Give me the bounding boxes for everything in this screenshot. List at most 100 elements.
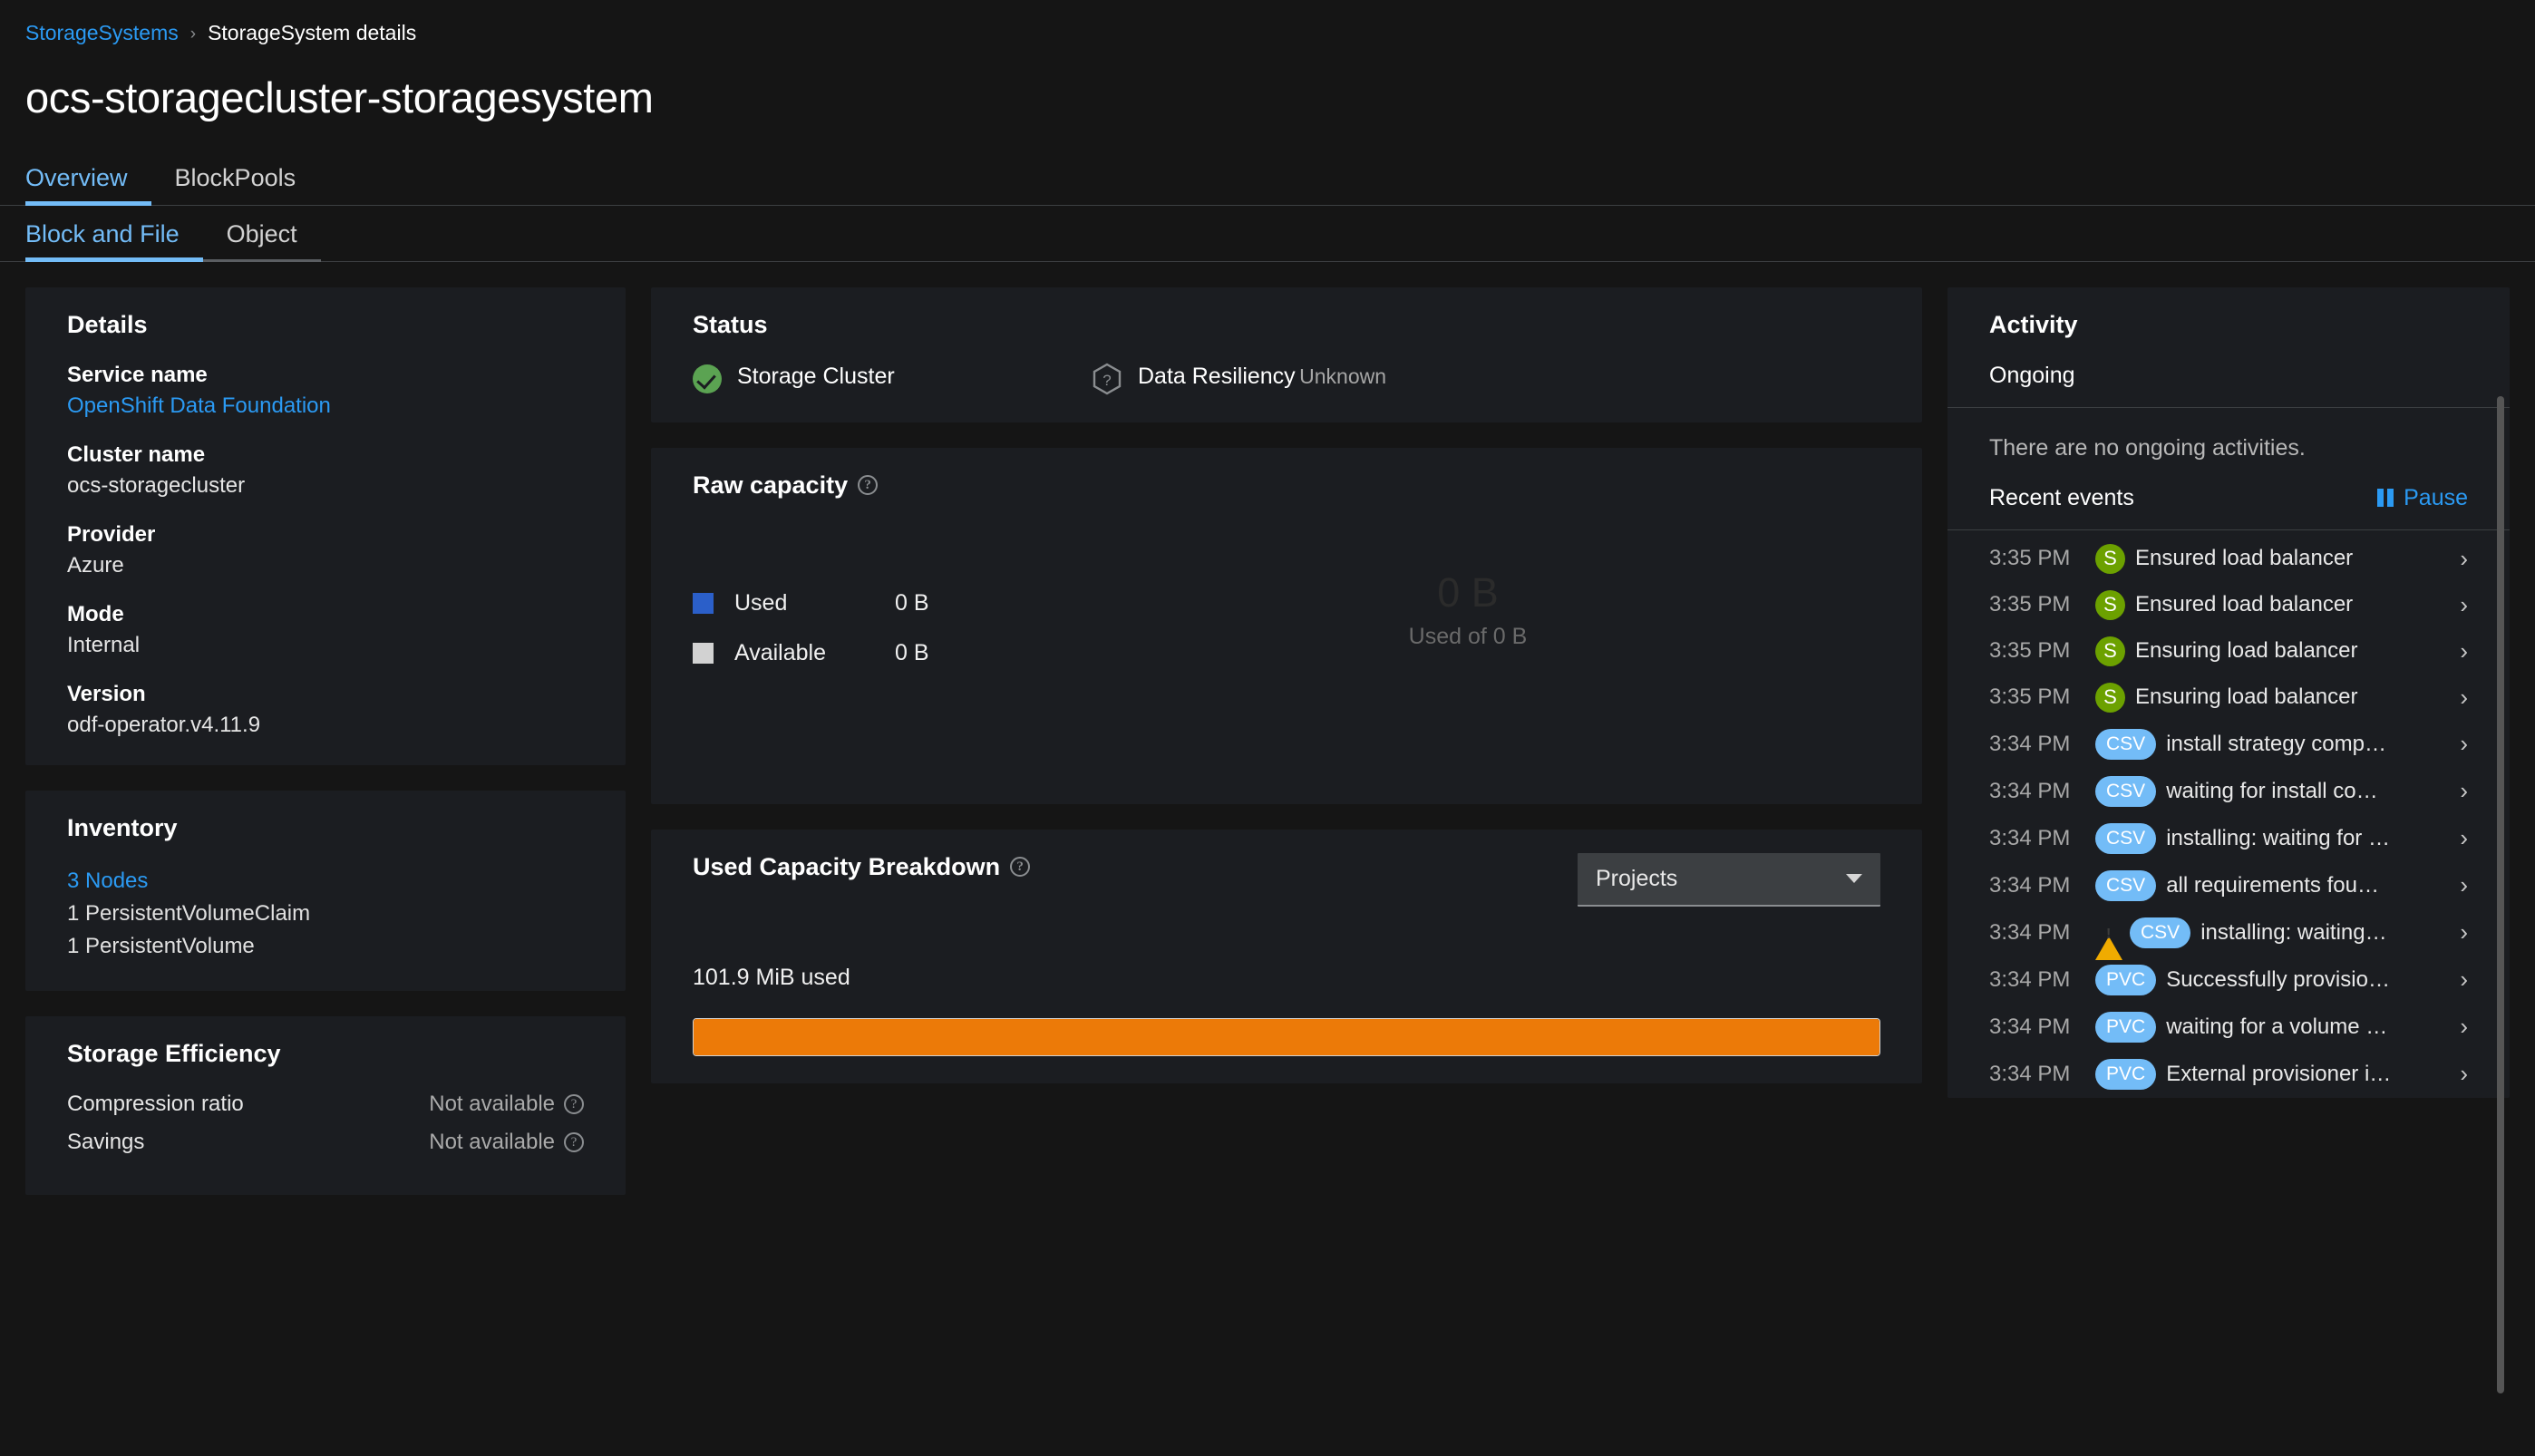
details-card: Details Service name OpenShift Data Foun… (25, 286, 626, 765)
activity-event-row[interactable]: 3:34 PM PVC waiting for a volume … › (1989, 1004, 2468, 1051)
activity-event-row[interactable]: 3:35 PM S Ensuring load balancer › (1989, 675, 2468, 721)
event-kind-badge: CSV (2095, 728, 2157, 760)
projects-dropdown[interactable]: Projects (1578, 852, 1880, 907)
event-message: Ensuring load balancer (2135, 638, 2358, 664)
details-value-version: odf-operator.v4.11.9 (67, 712, 261, 737)
chevron-right-icon[interactable]: › (2444, 545, 2468, 573)
activity-event-row[interactable]: 3:35 PM S Ensured load balancer › (1989, 536, 2468, 582)
compression-ratio-value-group: Not available ? (429, 1092, 584, 1117)
tab-block-and-file[interactable]: Block and File (25, 206, 203, 262)
event-time: 3:34 PM (1989, 731, 2071, 756)
inventory-card-title: Inventory (67, 813, 178, 841)
event-kind-badge: S (2095, 589, 2125, 620)
pause-icon (2377, 489, 2394, 508)
legend-row-available: Available 0 B (693, 640, 1055, 666)
used-capacity-breakdown-title-text: Used Capacity Breakdown (693, 852, 1001, 880)
help-icon[interactable]: ? (1010, 857, 1031, 878)
help-icon[interactable]: ? (564, 1132, 584, 1153)
chevron-right-icon[interactable]: › (2444, 824, 2468, 852)
help-icon[interactable]: ? (858, 475, 879, 496)
chevron-right-icon[interactable]: › (2444, 637, 2468, 665)
chevron-right-icon[interactable]: › (2444, 918, 2468, 946)
donut-center-subtitle: Used of 0 B (1408, 624, 1528, 650)
details-label-provider: Provider (67, 521, 156, 547)
details-label-service-name: Service name (67, 362, 208, 387)
event-kind-badge: CSV (2095, 822, 2157, 854)
event-time: 3:35 PM (1989, 592, 2071, 617)
recent-events-label: Recent events (1989, 484, 2134, 510)
event-kind-badge: S (2095, 636, 2125, 666)
event-time: 3:35 PM (1989, 546, 2071, 571)
chevron-right-icon[interactable]: › (2444, 966, 2468, 994)
primary-tab-bar: Overview BlockPools (0, 149, 2535, 206)
event-time: 3:34 PM (1989, 1014, 2071, 1039)
tab-object[interactable]: Object (202, 206, 321, 262)
used-capacity-breakdown-header: Used Capacity Breakdown ? Projects (693, 852, 1880, 907)
raw-capacity-legend: Used 0 B Available 0 B (693, 523, 1055, 690)
status-item-storage-cluster[interactable]: Storage Cluster (693, 363, 996, 395)
chevron-right-icon[interactable]: › (2444, 730, 2468, 758)
savings-value-group: Not available ? (429, 1130, 584, 1155)
event-kind-badge: PVC (2095, 964, 2157, 995)
activity-event-row[interactable]: 3:34 PM CSV installing: waiting… › (1989, 909, 2468, 960)
event-time: 3:34 PM (1989, 825, 2071, 850)
event-message: waiting for a volume … (2166, 1014, 2388, 1039)
event-time: 3:34 PM (1989, 966, 2071, 992)
event-time: 3:34 PM (1989, 872, 2071, 898)
service-name-link[interactable]: OpenShift Data Foundation (67, 393, 331, 418)
legend-value-available: 0 B (895, 639, 929, 665)
activity-event-list: 3:35 PM S Ensured load balancer › 3:35 PM S En… (1989, 530, 2468, 1098)
chevron-right-icon[interactable]: › (2444, 684, 2468, 712)
event-time: 3:34 PM (1989, 919, 2071, 945)
donut-center-value: 0 B (1437, 568, 1499, 616)
event-kind-badge: PVC (2095, 1058, 2157, 1090)
storage-efficiency-row: Savings Not available ? (67, 1130, 584, 1155)
savings-value: Not available (429, 1130, 555, 1155)
activity-event-row[interactable]: 3:35 PM S Ensured load balancer › (1989, 582, 2468, 628)
activity-event-row[interactable]: 3:34 PM CSV waiting for install co… › (1989, 768, 2468, 815)
details-label-version: Version (67, 681, 146, 706)
middle-column: Status Storage Cluster ? Data Resiliency… (651, 286, 1922, 1083)
chevron-right-icon[interactable]: › (2444, 1060, 2468, 1088)
activity-scrollbar[interactable] (2497, 395, 2504, 1393)
inventory-card: Inventory 3 Nodes 1 PersistentVolumeClai… (25, 790, 626, 992)
activity-event-row[interactable]: 3:34 PM CSV installing: waiting for … › (1989, 815, 2468, 862)
activity-event-row[interactable]: 3:35 PM S Ensuring load balancer › (1989, 628, 2468, 675)
inventory-nodes-link[interactable]: 3 Nodes (67, 869, 148, 893)
chevron-right-icon[interactable]: › (2444, 1013, 2468, 1041)
activity-event-row[interactable]: 3:34 PM CSV all requirements fou… › (1989, 862, 2468, 909)
page-header: StorageSystems › StorageSystem details o… (0, 0, 2535, 122)
page-title: ocs-storagecluster-storagesystem (25, 73, 654, 121)
help-icon[interactable]: ? (564, 1094, 584, 1115)
event-message: Ensured load balancer (2135, 546, 2354, 571)
status-items: Storage Cluster ? Data Resiliency Unknow… (693, 363, 1880, 395)
tab-overview[interactable]: Overview (25, 150, 151, 206)
legend-row-used: Used 0 B (693, 590, 1055, 616)
status-data-resiliency-sub: Unknown (1299, 364, 1387, 388)
raw-capacity-card-title: Raw capacity ? (693, 471, 1880, 500)
warning-triangle-icon (2095, 920, 2122, 960)
event-kind-badge: S (2095, 543, 2125, 574)
event-message: installing: waiting for … (2166, 825, 2390, 850)
event-message: External provisioner i… (2166, 1061, 2392, 1086)
inventory-list: 3 Nodes 1 PersistentVolumeClaim 1 Persis… (67, 866, 584, 962)
chevron-right-icon[interactable]: › (2444, 591, 2468, 619)
breadcrumb: StorageSystems › StorageSystem details (25, 20, 2510, 47)
activity-event-row[interactable]: 3:34 PM CSV install strategy comp… › (1989, 721, 2468, 768)
event-message: install strategy comp… (2166, 731, 2386, 756)
chevron-right-icon[interactable]: › (2444, 777, 2468, 805)
chevron-right-icon[interactable]: › (2444, 871, 2468, 899)
svg-text:?: ? (1102, 372, 1111, 389)
activity-event-row[interactable]: 3:34 PM PVC Successfully provisio… › (1989, 956, 2468, 1004)
tab-blockpools[interactable]: BlockPools (151, 150, 320, 205)
question-hexagon-icon: ? (1092, 363, 1122, 395)
compression-ratio-label: Compression ratio (67, 1092, 244, 1117)
event-kind-badge: CSV (2095, 869, 2157, 901)
pause-button[interactable]: Pause (2377, 485, 2468, 511)
details-label-mode: Mode (67, 601, 124, 626)
projects-dropdown-value: Projects (1596, 865, 1678, 891)
status-item-data-resiliency[interactable]: ? Data Resiliency Unknown (1092, 363, 1395, 395)
activity-event-row[interactable]: 3:34 PM PVC External provisioner i… › (1989, 1051, 2468, 1098)
right-column: Activity Ongoing There are no ongoing ac… (1947, 286, 2510, 1393)
breadcrumb-link-storagesystems[interactable]: StorageSystems (25, 20, 179, 47)
